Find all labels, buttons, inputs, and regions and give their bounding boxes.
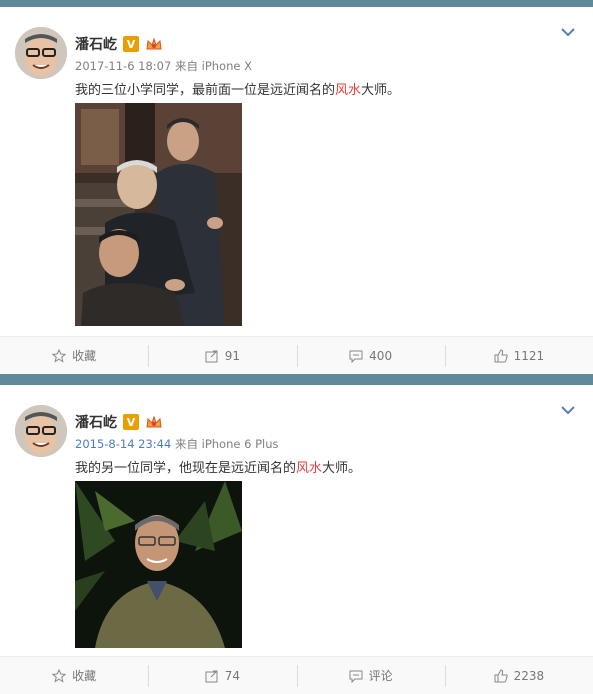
weibo-post: 潘石屹 V 2017-11-6 18:07 来自 iPhone X 我的三位小学…	[0, 7, 593, 374]
post-meta: 2015-8-14 23:44 来自 iPhone 6 Plus	[75, 436, 278, 452]
thumbs-up-icon	[494, 348, 508, 362]
avatar[interactable]	[15, 405, 67, 457]
comment-button[interactable]: 400	[296, 337, 445, 374]
thumbs-up-icon	[494, 668, 508, 682]
like-button[interactable]: 2238	[444, 657, 593, 694]
action-bar: 收藏 74 评论 2238	[0, 656, 593, 694]
repost-icon	[205, 670, 218, 682]
favorite-button[interactable]: 收藏	[0, 657, 148, 694]
chevron-down-icon[interactable]	[561, 27, 575, 37]
comment-button[interactable]: 评论	[296, 657, 445, 694]
comment-label: 评论	[368, 669, 393, 683]
post-photo[interactable]	[75, 103, 242, 326]
keyword-link[interactable]: 风水	[296, 461, 322, 476]
post-text: 我的另一位同学，他现在是远近闻名的风水大师。	[75, 457, 361, 476]
post-source[interactable]: iPhone X	[202, 59, 252, 73]
chevron-down-icon[interactable]	[561, 405, 575, 415]
post-text-part: 我的另一位同学，他现在是远近闻名的	[75, 461, 297, 476]
crown-icon	[146, 37, 162, 50]
like-count: 2238	[513, 668, 545, 683]
comment-icon	[349, 350, 363, 363]
repost-count: 91	[224, 348, 241, 363]
source-prefix: 来自	[174, 437, 198, 451]
verified-badge: V	[123, 36, 139, 52]
keyword-link[interactable]: 风水	[335, 83, 361, 98]
repost-count: 74	[224, 668, 241, 683]
comment-count: 400	[369, 348, 393, 363]
post-source[interactable]: iPhone 6 Plus	[202, 437, 279, 451]
post-time[interactable]: 2017-11-6 18:07	[75, 59, 171, 73]
post-text-part: 大师。	[361, 83, 401, 98]
star-icon	[52, 668, 67, 683]
avatar[interactable]	[15, 27, 67, 79]
post-text-part: 我的三位小学同学，最前面一位是远近闻名的	[75, 83, 336, 98]
post-text-part: 大师。	[322, 461, 362, 476]
crown-icon	[146, 415, 162, 428]
comment-icon	[349, 670, 363, 683]
post-time[interactable]: 2015-8-14 23:44	[75, 437, 171, 451]
post-text: 我的三位小学同学，最前面一位是远近闻名的风水大师。	[75, 79, 400, 98]
post-photo[interactable]	[75, 481, 242, 648]
favorite-button[interactable]: 收藏	[0, 337, 148, 374]
post-meta: 2017-11-6 18:07 来自 iPhone X	[75, 58, 252, 74]
repost-icon	[205, 350, 218, 362]
verified-badge: V	[123, 414, 139, 430]
repost-button[interactable]: 91	[148, 337, 296, 374]
action-bar: 收藏 91 400 1121	[0, 336, 593, 374]
star-icon	[52, 348, 67, 363]
favorite-label: 收藏	[72, 669, 97, 683]
repost-button[interactable]: 74	[148, 657, 296, 694]
weibo-post: 潘石屹 V 2015-8-14 23:44 来自 iPhone 6 Plus 我…	[0, 385, 593, 694]
favorite-label: 收藏	[72, 349, 97, 363]
author-name[interactable]: 潘石屹	[75, 34, 117, 54]
like-button[interactable]: 1121	[444, 337, 593, 374]
source-prefix: 来自	[174, 59, 198, 73]
like-count: 1121	[513, 348, 545, 363]
author-name[interactable]: 潘石屹	[75, 412, 117, 432]
